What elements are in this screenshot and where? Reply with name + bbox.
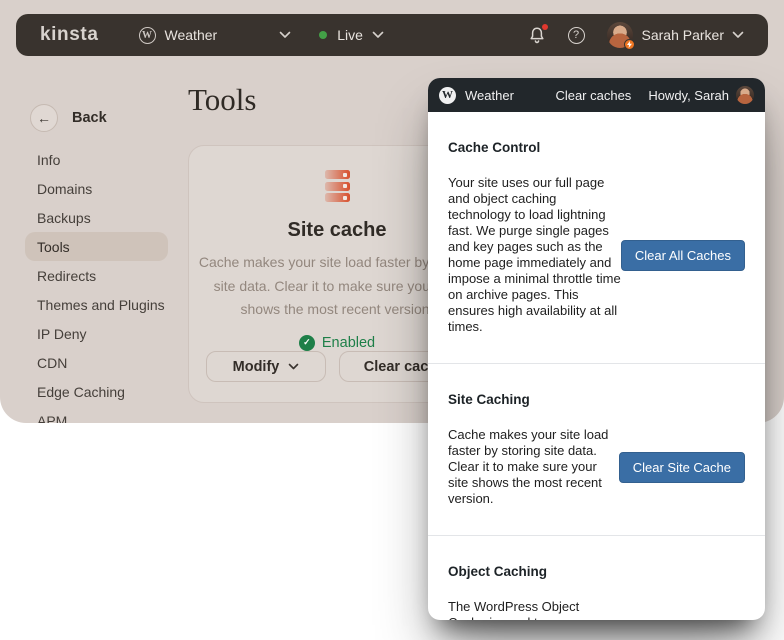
sidebar-item-cdn[interactable]: CDN (25, 348, 168, 377)
wordpress-icon: W (139, 27, 156, 44)
environment-label: Live (337, 27, 363, 43)
sidebar-nav: Info Domains Backups Tools Redirects The… (25, 145, 168, 423)
object-caching-section: Object Caching The WordPress Object Cach… (428, 535, 765, 620)
section-title: Site Caching (448, 392, 745, 407)
chevron-down-icon (372, 31, 384, 39)
wp-howdy-greeting[interactable]: Howdy, Sarah (648, 88, 729, 103)
server-stack-icon (325, 170, 350, 202)
user-avatar (607, 22, 633, 48)
lightning-badge-icon (624, 39, 635, 50)
sidebar: ← Back Info Domains Backups Tools Redire… (30, 104, 180, 423)
help-button[interactable]: ? (568, 27, 585, 44)
site-caching-section: Site Caching Cache makes your site load … (428, 363, 765, 535)
live-status-dot-icon (319, 31, 327, 39)
check-circle-icon: ✓ (299, 335, 315, 351)
clear-site-cache-button[interactable]: Clear Site Cache (619, 452, 745, 483)
screenshot-root: kinsta W Weather Live (0, 0, 784, 640)
sidebar-item-tools[interactable]: Tools (25, 232, 168, 261)
sidebar-item-ip-deny[interactable]: IP Deny (25, 319, 168, 348)
status-label: Enabled (322, 335, 375, 351)
site-selector-label: Weather (165, 27, 218, 43)
section-title: Cache Control (448, 140, 745, 155)
wp-admin-cache-panel: W Weather Clear caches Howdy, Sarah Cach… (428, 78, 765, 620)
back-label: Back (72, 110, 107, 126)
section-text: Your site uses our full page and object … (448, 175, 621, 335)
topbar-right-group: ? Sarah Parker (528, 22, 744, 48)
user-menu[interactable]: Sarah Parker (607, 22, 744, 48)
cache-control-section: Cache Control Your site uses our full pa… (428, 112, 765, 363)
kinsta-topbar: kinsta W Weather Live (16, 14, 768, 56)
sidebar-item-backups[interactable]: Backups (25, 203, 168, 232)
wp-site-name[interactable]: Weather (465, 88, 514, 103)
status-badge: ✓ Enabled (299, 335, 375, 351)
sidebar-item-redirects[interactable]: Redirects (25, 261, 168, 290)
chevron-down-icon (732, 31, 744, 39)
sidebar-item-themes-and-plugins[interactable]: Themes and Plugins (25, 290, 168, 319)
sidebar-item-edge-caching[interactable]: Edge Caching (25, 377, 168, 406)
wp-clear-caches-menu[interactable]: Clear caches (555, 88, 631, 103)
question-circle-icon: ? (568, 27, 585, 44)
chevron-down-icon (288, 363, 299, 370)
sidebar-item-info[interactable]: Info (25, 145, 168, 174)
sidebar-item-domains[interactable]: Domains (25, 174, 168, 203)
notification-badge-dot (542, 24, 548, 30)
modify-button[interactable]: Modify (206, 351, 326, 382)
sidebar-item-apm[interactable]: APM (25, 406, 168, 423)
wordpress-icon[interactable]: W (439, 87, 456, 104)
environment-selector-dropdown[interactable]: Live (319, 27, 384, 43)
kinsta-logo: kinsta (40, 24, 99, 46)
modify-label: Modify (233, 359, 280, 375)
notifications-button[interactable] (528, 26, 546, 45)
wp-user-avatar[interactable] (736, 86, 754, 104)
page-title: Tools (188, 82, 256, 118)
cache-panel-body: Cache Control Your site uses our full pa… (428, 112, 765, 620)
section-text: Cache makes your site load faster by sto… (448, 427, 619, 507)
arrow-left-icon: ← (30, 104, 58, 132)
clear-all-caches-button[interactable]: Clear All Caches (621, 240, 745, 271)
site-selector-dropdown[interactable]: W Weather (139, 27, 292, 44)
chevron-down-icon (279, 31, 291, 39)
wp-admin-bar: W Weather Clear caches Howdy, Sarah (428, 78, 765, 112)
user-name: Sarah Parker (642, 27, 724, 43)
back-button[interactable]: ← Back (30, 104, 180, 132)
section-title: Object Caching (448, 564, 745, 579)
section-text: The WordPress Object Cache is used to sa… (448, 599, 604, 620)
